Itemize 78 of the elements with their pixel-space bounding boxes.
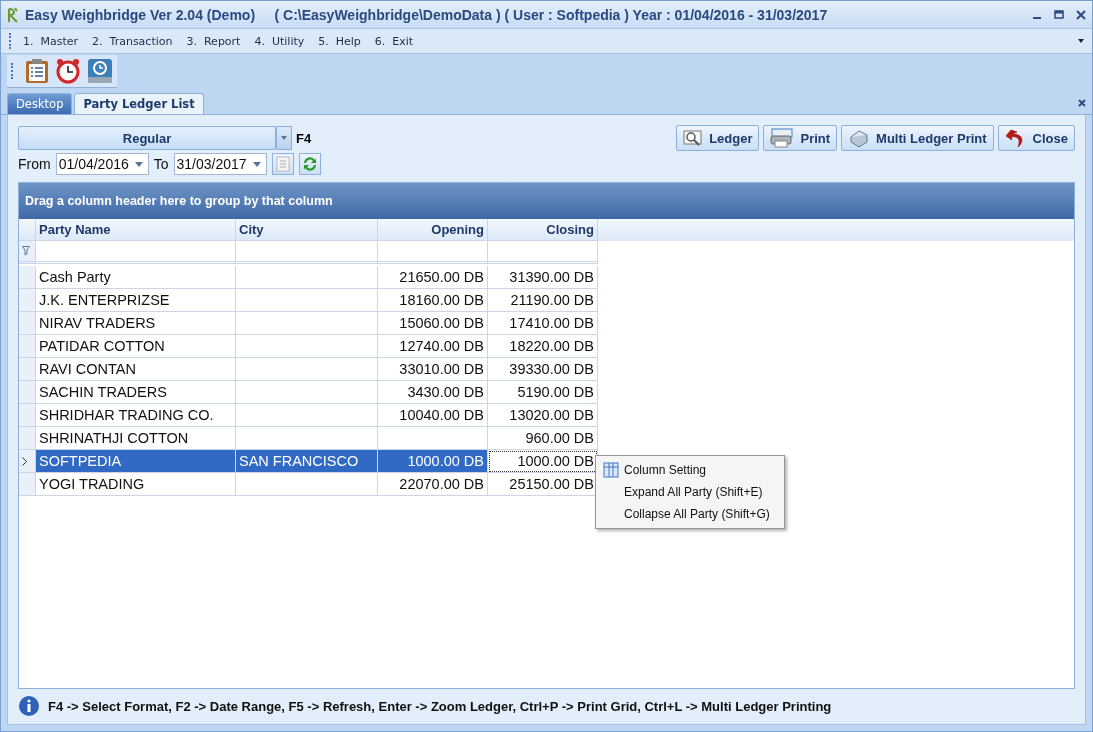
table-cell: 18220.00 DB — [488, 335, 598, 358]
table-cell: 10040.00 DB — [378, 404, 488, 427]
column-header[interactable]: City — [236, 219, 378, 241]
table-cell: 21650.00 DB — [378, 266, 488, 289]
menu-item[interactable]: 2. Transaction — [86, 34, 181, 48]
menu-item[interactable]: 4. Utility — [248, 34, 313, 48]
menu-item[interactable]: 6. Exit — [368, 34, 422, 48]
table-cell: J.K. ENTERPRIZSE — [36, 289, 236, 312]
tab[interactable]: Desktop — [7, 93, 73, 114]
table-cell: 15060.00 DB — [378, 312, 488, 335]
app-logo-icon — [7, 6, 19, 23]
menu-item[interactable]: Collapse All Party (Shift+G) — [598, 503, 774, 525]
table-cell: YOGI TRADING — [36, 473, 236, 496]
tab[interactable]: Party Ledger List — [74, 93, 204, 114]
table-cell: SAN FRANCISCO — [236, 450, 378, 473]
maximize-icon[interactable] — [1054, 9, 1064, 20]
table-cell: SOFTPEDIA — [36, 450, 236, 473]
table-cell: 5190.00 DB — [488, 381, 598, 404]
table-cell: 18160.00 DB — [378, 289, 488, 312]
table-cell: 39330.00 DB — [488, 358, 598, 381]
print-button[interactable]: Multi Ledger Print — [841, 125, 994, 151]
table-cell: 13020.00 DB — [488, 404, 598, 427]
info-icon — [18, 695, 40, 717]
close-icon[interactable] — [1076, 9, 1086, 20]
current-row-icon — [22, 456, 27, 466]
menu-item[interactable]: 1. Master — [17, 34, 87, 48]
menu-item[interactable]: Expand All Party (Shift+E) — [598, 481, 774, 503]
dropdown-button[interactable] — [276, 126, 292, 150]
filter-cell[interactable] — [378, 241, 488, 264]
clipboard-checklist-icon[interactable] — [25, 57, 49, 84]
window-title: Easy Weighbridge Ver 2.04 (Demo) ( C:\EasyWeighbridge\DemoData ) ( User : Softpedia ) Year : 01/04/2016 - 31/03/2017 — [25, 6, 829, 23]
table-cell: 31390.00 DB — [488, 266, 598, 289]
dropdown-caret-icon — [281, 136, 287, 140]
shortcut-hint-text: F4 -> Select Format, F2 -> Date Range, F5 -> Refresh, Enter -> Zoom Ledger, Ctrl+P -> Print Grid, Ctrl+L -> Multi Ledger Printing — [48, 698, 832, 714]
table-cell: SACHIN TRADERS — [36, 381, 236, 404]
ledger-button[interactable]: Ledger — [676, 125, 760, 151]
table-cell: SHRIDHAR TRADING CO. — [36, 404, 236, 427]
refresh-button[interactable] — [298, 153, 321, 175]
filter-cell[interactable] — [488, 241, 598, 264]
calendar-button[interactable] — [271, 153, 294, 175]
magnifier-window-icon — [683, 129, 704, 147]
list-icon — [275, 156, 290, 172]
column-header[interactable]: Party Name — [36, 219, 236, 241]
menu-item[interactable]: 5. Help — [312, 34, 369, 48]
column-header[interactable]: Closing — [488, 219, 598, 241]
backup-drive-icon[interactable] — [87, 57, 113, 84]
close-button[interactable]: Close — [997, 125, 1075, 151]
menu-item[interactable]: Column Setting — [598, 459, 774, 481]
table-cell: 1000.00 DB — [378, 450, 488, 473]
table-cell: PATIDAR COTTON — [36, 335, 236, 358]
table-cell: NIRAV TRADERS — [36, 312, 236, 335]
format-dropdown[interactable]: Regular — [18, 126, 276, 150]
to-label: To — [153, 156, 169, 172]
table-cell: 12740.00 DB — [378, 335, 488, 358]
filter-icon[interactable] — [22, 246, 30, 256]
from-label: From — [18, 156, 51, 172]
from-date-field[interactable]: 01/04/2016 — [55, 153, 149, 175]
alarm-clock-icon[interactable] — [55, 57, 81, 84]
refresh-icon — [301, 156, 318, 172]
table-cell: 21190.00 DB — [488, 289, 598, 312]
print-button[interactable]: Print — [763, 125, 838, 151]
to-date-field[interactable]: 31/03/2017 — [173, 153, 267, 175]
group-by-panel: Drag a column header here to group by that column — [19, 183, 1074, 219]
row-header[interactable] — [19, 450, 36, 473]
table-cell: RAVI CONTAN — [36, 358, 236, 381]
filter-cell[interactable] — [236, 241, 378, 264]
dropdown-caret-icon[interactable] — [1078, 39, 1084, 43]
table-cell: 22070.00 DB — [378, 473, 488, 496]
table-cell: 1000.00 DB — [488, 450, 598, 473]
column-header[interactable]: Opening — [378, 219, 488, 241]
table-cell: 17410.00 DB — [488, 312, 598, 335]
table-cell: Cash Party — [36, 266, 236, 289]
close-tab-icon[interactable] — [1078, 99, 1086, 107]
table-cell: 3430.00 DB — [378, 381, 488, 404]
table-cell: 33010.00 DB — [378, 358, 488, 381]
menu-item[interactable]: 3. Report — [180, 34, 249, 48]
hotkey-label: F4 — [296, 130, 312, 146]
filter-cell[interactable] — [36, 241, 236, 264]
